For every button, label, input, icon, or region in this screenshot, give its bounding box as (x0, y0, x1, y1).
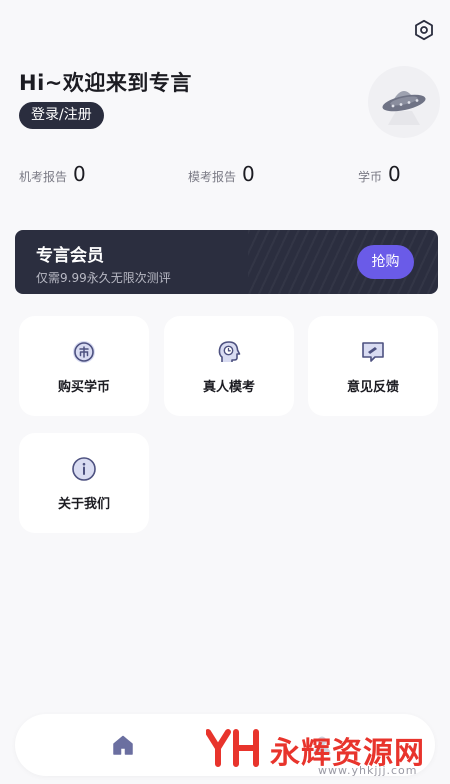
tab-home[interactable] (112, 734, 134, 756)
settings-hexagon-icon (415, 19, 433, 41)
watermark: 永辉资源网 www.yhkjjj.com (200, 726, 440, 784)
settings-button[interactable] (412, 18, 436, 42)
login-register-button[interactable]: 登录/注册 (19, 102, 104, 129)
stat-label: 学币 (358, 170, 383, 184)
stat-coins[interactable]: 学币 0 (358, 162, 401, 186)
coin-icon (70, 338, 98, 366)
stat-label: 机考报告 (19, 170, 68, 184)
head-clock-icon (215, 338, 243, 366)
stat-exam-reports[interactable]: 机考报告 0 (19, 162, 86, 186)
stat-label: 模考报告 (188, 170, 237, 184)
vip-subtitle: 仅需9.99永久无限次测评 (36, 271, 171, 285)
menu-about-us[interactable]: 关于我们 (19, 433, 149, 533)
stat-value: 0 (73, 162, 86, 186)
menu-label: 真人模考 (202, 380, 255, 395)
menu-buy-coins[interactable]: 购买学币 (19, 316, 149, 416)
stat-mock-reports[interactable]: 模考报告 0 (188, 162, 255, 186)
menu-live-mock-exam[interactable]: 真人模考 (164, 316, 294, 416)
menu-label: 意见反馈 (346, 380, 399, 395)
vip-title: 专言会员 (36, 246, 104, 266)
info-icon (70, 455, 98, 483)
feedback-chat-icon (359, 338, 387, 366)
home-icon (113, 735, 133, 755)
vip-banner[interactable]: 专言会员 仅需9.99永久无限次测评 抢购 (15, 230, 438, 294)
greeting-title: Hi~欢迎来到专言 (19, 71, 192, 95)
vip-buy-button[interactable]: 抢购 (357, 245, 414, 279)
watermark-url: www.yhkjjj.com (318, 764, 418, 777)
stat-value: 0 (242, 162, 255, 186)
ufo-icon (382, 91, 426, 125)
stat-value: 0 (388, 162, 401, 186)
menu-label: 关于我们 (57, 497, 110, 512)
yh-logo-icon (206, 729, 259, 767)
menu-feedback[interactable]: 意见反馈 (308, 316, 438, 416)
stats-row: 机考报告 0 模考报告 0 学币 0 (0, 160, 450, 190)
avatar[interactable] (368, 66, 440, 138)
menu-label: 购买学币 (57, 380, 110, 395)
